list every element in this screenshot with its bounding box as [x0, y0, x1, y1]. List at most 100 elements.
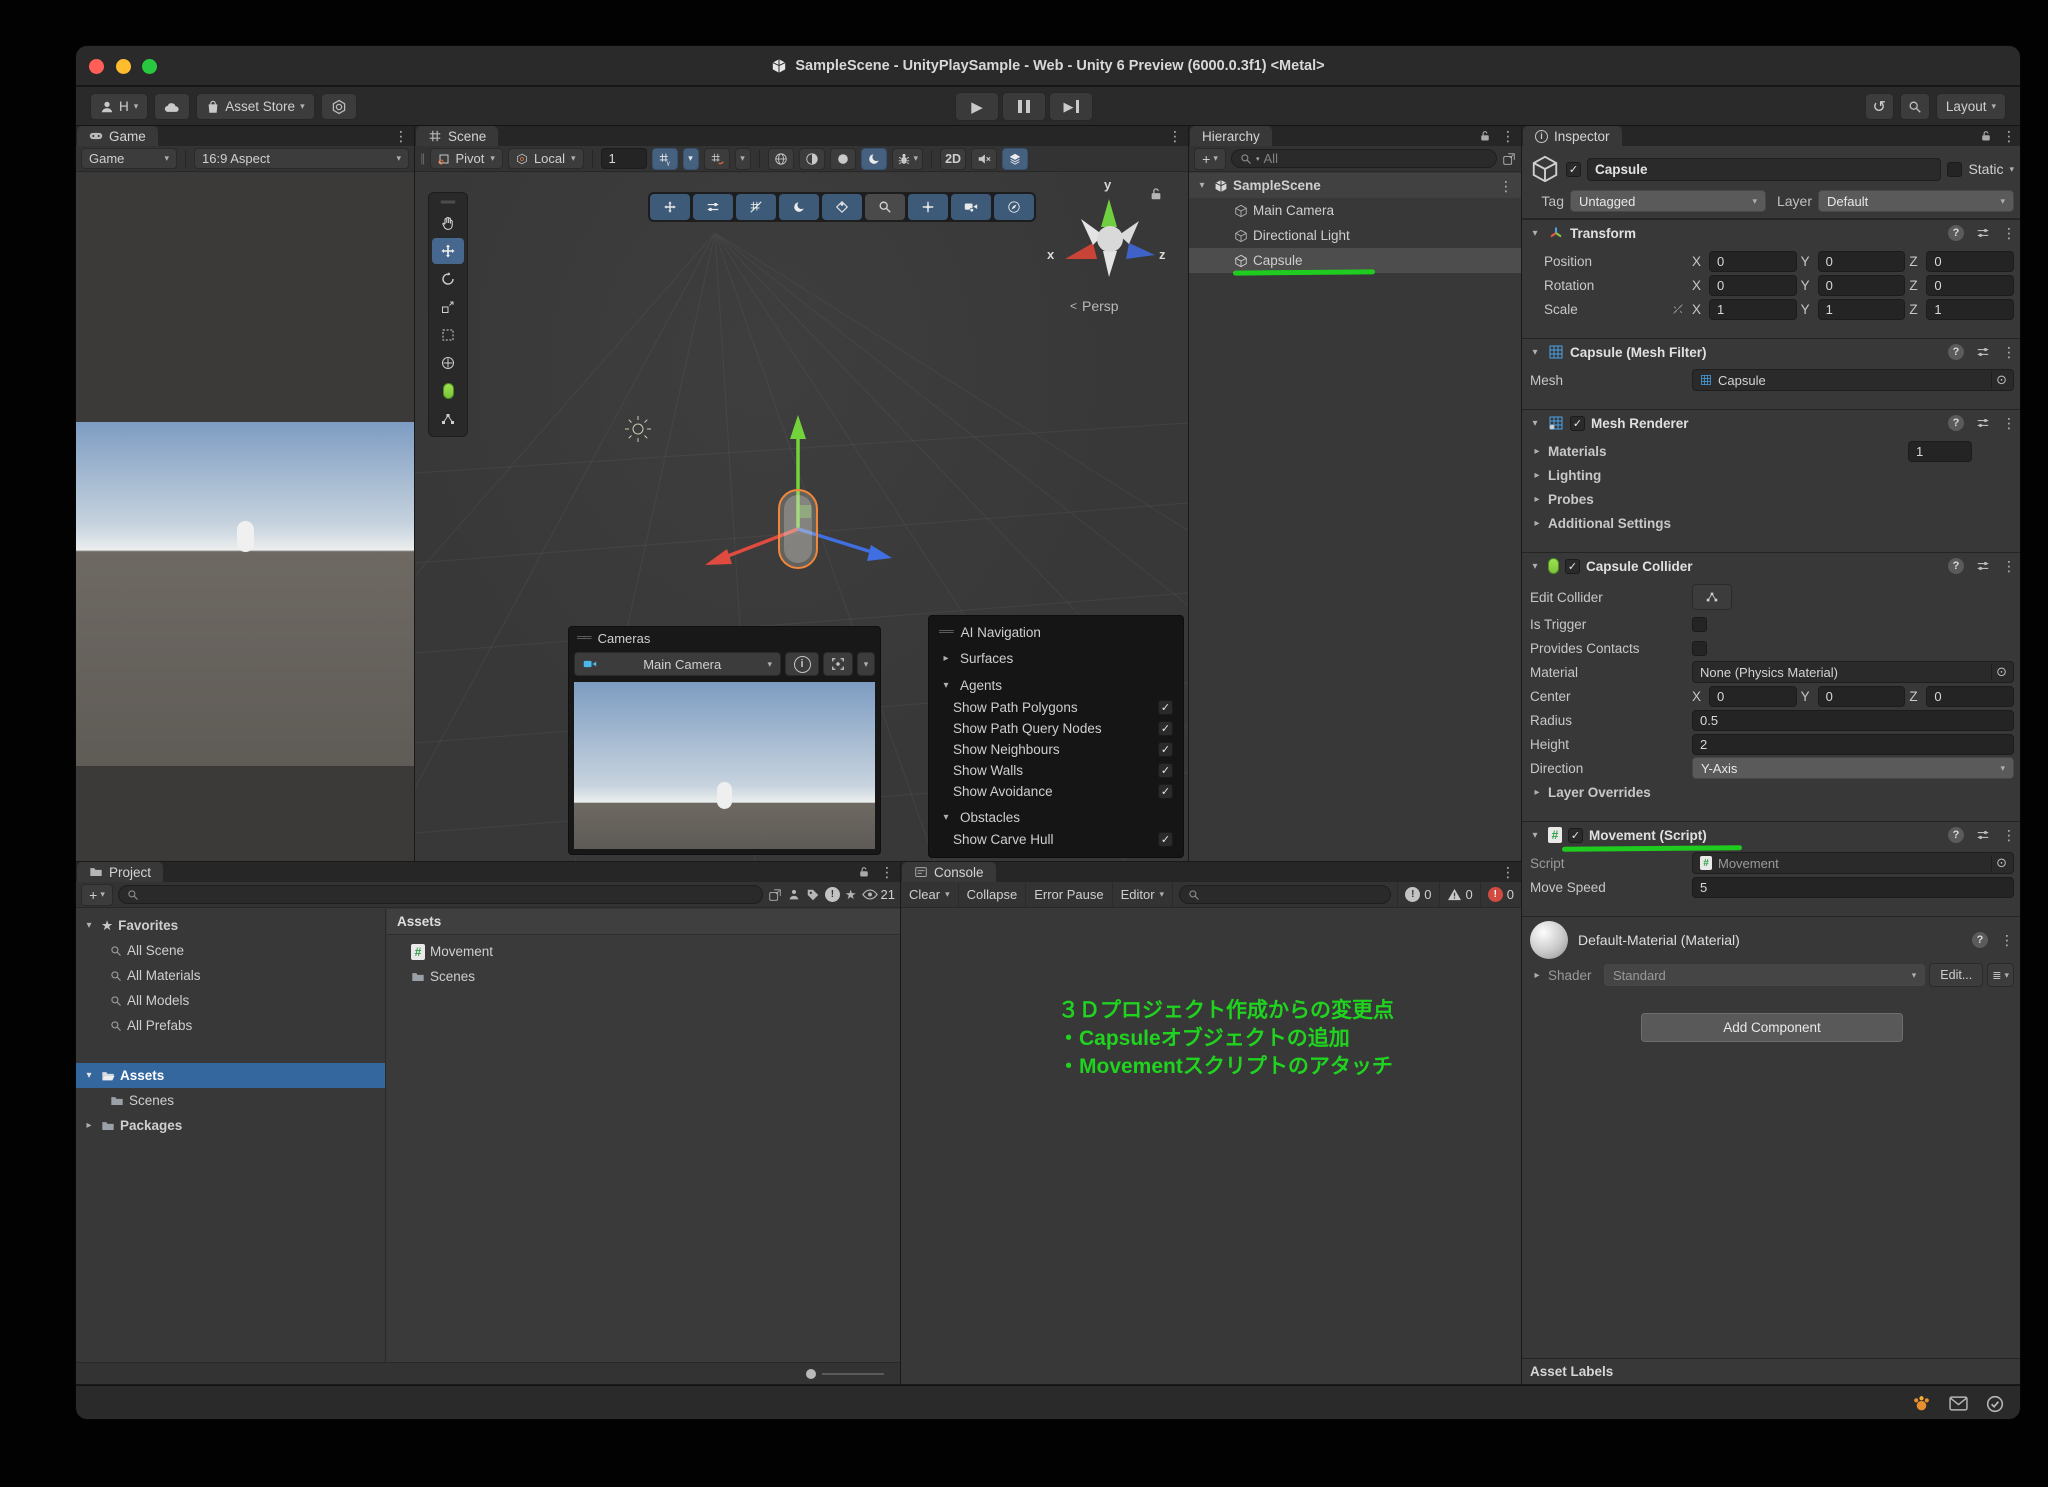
search-button[interactable] [1899, 93, 1930, 120]
scale-z-field[interactable]: 1 [1926, 298, 2015, 320]
lighting-toggle-button[interactable] [798, 147, 825, 170]
grid-size-field[interactable]: 1 [600, 148, 647, 169]
center-y-field[interactable]: 0 [1817, 685, 1906, 707]
selected-capsule-object[interactable] [778, 489, 818, 569]
show-walls-checkbox[interactable]: ✓ [1158, 763, 1173, 778]
game-view[interactable] [76, 173, 414, 861]
undo-history-button[interactable]: ↺ [1864, 93, 1894, 120]
gizmo-z-label[interactable]: z [1159, 247, 1166, 262]
gizmo-y-label[interactable]: y [1104, 177, 1111, 192]
game-aspect-dropdown[interactable]: 16:9 Aspect ▾ [194, 148, 409, 169]
show-path-query-nodes-checkbox[interactable]: ✓ [1158, 721, 1173, 736]
favorite-all-scene[interactable]: All Scene [76, 938, 385, 963]
help-icon[interactable]: ? [1972, 932, 1988, 948]
icon-size-slider-thumb[interactable] [806, 1369, 816, 1379]
editor-dropdown[interactable]: Editor ▾ [1113, 881, 1174, 908]
lock-icon[interactable] [1980, 130, 1992, 142]
material-list-button[interactable]: ≣ ▾ [1987, 963, 2014, 987]
grid-snap-button[interactable]: y [651, 147, 678, 170]
materials-count-field[interactable]: 1 [1908, 440, 1972, 462]
scene-options-kebab[interactable]: ⋮ [1499, 179, 1513, 193]
hierarchy-item-scene[interactable]: ▾ SampleScene ⋮ [1189, 173, 1521, 198]
edit-collider-tool[interactable] [432, 406, 464, 432]
presets-icon[interactable] [1976, 345, 1990, 359]
show-avoidance-checkbox[interactable]: ✓ [1158, 784, 1173, 799]
favorite-all-models[interactable]: All Models [76, 988, 385, 1013]
mail-notification-icon[interactable] [1949, 1396, 1968, 1411]
tab-hierarchy[interactable]: Hierarchy [1190, 126, 1272, 146]
radius-field[interactable]: 0.5 [1692, 709, 2014, 731]
tag-dropdown[interactable]: Untagged ▾ [1570, 190, 1766, 212]
capsule-collider-header[interactable]: ▾ ✓ Capsule Collider ? ⋮ [1522, 553, 2020, 579]
open-search-window-icon[interactable] [768, 888, 782, 902]
search-by-type-icon[interactable] [787, 888, 801, 902]
mesh-object-field[interactable]: Capsule ⊙ [1692, 369, 2014, 391]
tab-project[interactable]: Project [77, 862, 164, 882]
warning-badge[interactable]: 0 [1438, 881, 1480, 908]
scale-tool[interactable] [432, 294, 464, 320]
inspector-menu-kebab[interactable]: ⋮ [2002, 129, 2016, 143]
error-badge[interactable]: ! 0 [1479, 881, 1521, 908]
search-by-label-icon[interactable] [806, 888, 820, 902]
tools-drag-handle[interactable]: ══ [441, 197, 455, 208]
scene-visibility-button[interactable] [1002, 147, 1029, 170]
gameobject-name-field[interactable]: Capsule [1587, 157, 1942, 181]
favorites-star-icon[interactable]: ★ [845, 887, 857, 903]
help-icon[interactable]: ? [1948, 225, 1964, 241]
scene-menu-kebab[interactable]: ⋮ [1168, 129, 1182, 143]
active-checkbox[interactable]: ✓ [1566, 161, 1581, 177]
rotate-tool[interactable] [432, 266, 464, 292]
overlay-camera-button[interactable] [951, 194, 991, 220]
additional-settings-foldout[interactable]: ▸ Additional Settings [1530, 511, 2014, 535]
cloud-button[interactable] [154, 93, 191, 120]
transform-tool[interactable] [432, 350, 464, 376]
provides-contacts-checkbox[interactable] [1692, 640, 1707, 656]
show-neighbours-checkbox[interactable]: ✓ [1158, 742, 1173, 757]
scene-audio-mute-button[interactable] [971, 147, 998, 170]
overlay-move-button[interactable] [650, 194, 690, 220]
game-menu-kebab[interactable]: ⋮ [394, 129, 408, 143]
scene-picker-icon[interactable] [1502, 152, 1516, 166]
version-control-button[interactable] [320, 93, 357, 120]
favorite-all-materials[interactable]: All Materials [76, 963, 385, 988]
console-search-input[interactable] [1179, 885, 1392, 904]
asset-store-button[interactable]: Asset Store ▾ [196, 93, 315, 120]
favorite-all-prefabs[interactable]: All Prefabs [76, 1013, 385, 1038]
pivot-dropdown[interactable]: Pivot ▾ [429, 148, 503, 169]
overlay-gizmos-button[interactable] [822, 194, 862, 220]
is-trigger-checkbox[interactable] [1692, 616, 1707, 632]
link-broken-icon[interactable] [1672, 303, 1684, 315]
presets-icon[interactable] [1976, 416, 1990, 430]
surfaces-foldout[interactable]: ▸ Surfaces [939, 646, 1173, 670]
movement-enabled-checkbox[interactable]: ✓ [1568, 827, 1583, 843]
pause-button[interactable] [1002, 92, 1046, 121]
object-picker-icon[interactable]: ⊙ [1991, 855, 2011, 871]
project-search-input[interactable] [118, 885, 763, 904]
rotation-z-field[interactable]: 0 [1926, 274, 2015, 296]
static-checkbox[interactable] [1947, 161, 1963, 177]
hierarchy-search-input[interactable]: ▾ All [1231, 149, 1497, 168]
skybox-toggle-button[interactable] [860, 147, 887, 170]
step-button[interactable]: ▶ [1049, 92, 1093, 121]
icon-size-slider-track[interactable] [822, 1373, 884, 1375]
material-kebab[interactable]: ⋮ [2000, 933, 2014, 947]
asset-item-movement[interactable]: # Movement [387, 939, 900, 964]
presets-icon[interactable] [1976, 226, 1990, 240]
grid-snap-dropdown[interactable]: ▾ [682, 147, 699, 170]
script-object-field[interactable]: # Movement ⊙ [1692, 852, 2014, 874]
materials-foldout[interactable]: ▸ Materials 1 [1530, 439, 2014, 463]
physics-material-field[interactable]: None (Physics Material) ⊙ [1692, 661, 2014, 683]
game-display-dropdown[interactable]: Game ▾ [81, 148, 177, 169]
obstacles-foldout[interactable]: ▾ Obstacles [939, 805, 1173, 829]
lock-icon[interactable] [858, 866, 870, 878]
edit-collider-button[interactable] [1692, 584, 1732, 610]
component-kebab[interactable]: ⋮ [2002, 416, 2016, 430]
account-button[interactable]: H ▾ [90, 93, 149, 120]
rotation-y-field[interactable]: 0 [1817, 274, 1906, 296]
material-header[interactable]: Default-Material (Material) ? ⋮ [1522, 917, 2020, 963]
asset-item-scenes[interactable]: Scenes [387, 964, 900, 989]
asset-labels-bar[interactable]: Asset Labels [1522, 1358, 2020, 1384]
tab-inspector[interactable]: i Inspector [1523, 126, 1622, 146]
tab-scene[interactable]: Scene [416, 126, 499, 146]
tab-console[interactable]: Console [902, 862, 996, 882]
